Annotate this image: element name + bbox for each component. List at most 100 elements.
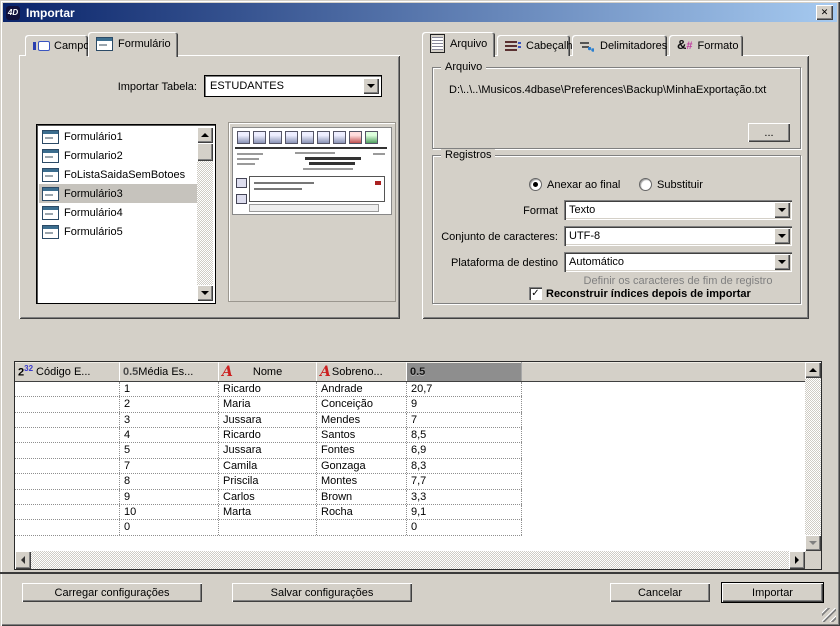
list-item[interactable]: Formulário5 — [39, 222, 197, 241]
append-radio[interactable]: Anexar ao final — [529, 178, 620, 191]
save-settings-button[interactable]: Salvar configurações — [232, 583, 412, 602]
real-type-icon: 0.5 — [123, 366, 138, 378]
dropdown-button[interactable] — [774, 254, 790, 270]
table-cell: 20,7 — [407, 382, 522, 396]
column-header-sobrenome[interactable]: ASobreno... — [317, 362, 407, 381]
list-item[interactable]: Formulario2 — [39, 146, 197, 165]
list-item[interactable]: FoListaSaidaSemBotoes — [39, 165, 197, 184]
replace-radio[interactable]: Substituir — [639, 178, 703, 191]
tab-arquivo[interactable]: Arquivo — [422, 32, 495, 57]
scrollbar-corner — [805, 551, 821, 569]
form-icon — [42, 149, 59, 163]
table-row[interactable]: 4RicardoSantos8,5 — [15, 428, 522, 443]
rebuild-indexes-label: Reconstruir índices depois de importar — [546, 288, 751, 300]
table-cell: 0 — [407, 520, 522, 534]
title-bar[interactable]: 4D Importar ✕ — [3, 3, 837, 22]
table-row[interactable]: 9CarlosBrown3,3 — [15, 490, 522, 505]
4d-app-icon: 4D — [6, 6, 20, 20]
table-cell: Santos — [317, 428, 407, 442]
column-label: Nome — [253, 366, 282, 378]
table-cell — [15, 474, 120, 488]
import-button[interactable]: Importar — [722, 583, 823, 602]
scroll-up-button[interactable] — [197, 127, 213, 143]
table-row[interactable]: 5JussaraFontes6,9 — [15, 443, 522, 458]
column-header-media[interactable]: 0.5Média Es... — [120, 362, 219, 381]
tab-cabecalho-label: Cabeçalho — [526, 40, 579, 52]
tab-campos[interactable]: Campos — [25, 35, 88, 56]
table-cell — [317, 520, 407, 534]
form-icon — [42, 206, 59, 220]
column-header-nome[interactable]: A Nome — [219, 362, 317, 381]
grid-horizontal-scrollbar[interactable] — [15, 551, 805, 569]
table-cell: Carlos — [219, 490, 317, 504]
import-dialog: { "window": { "title": "Importar" }, "ic… — [0, 0, 840, 626]
list-item[interactable]: Formulário4 — [39, 203, 197, 222]
dropdown-button[interactable] — [363, 78, 379, 94]
browse-button-label: ... — [764, 127, 773, 139]
table-cell: Maria — [219, 397, 317, 411]
charset-combobox[interactable]: UTF-8 — [564, 226, 792, 246]
tab-cabecalho[interactable]: Cabeçalho — [497, 35, 570, 56]
load-settings-button[interactable]: Carregar configurações — [22, 583, 202, 602]
table-cell — [15, 520, 120, 534]
table-row[interactable]: 2MariaConceição9 — [15, 397, 522, 412]
grid-vertical-scrollbar[interactable] — [805, 362, 821, 551]
tab-delimitadores[interactable]: Delimitadores — [572, 35, 667, 56]
table-row[interactable]: 1RicardoAndrade20,7 — [15, 382, 522, 397]
dropdown-button[interactable] — [774, 202, 790, 218]
resize-grip[interactable] — [822, 608, 836, 622]
right-tab-panel: Arquivo D:\..\..\Musicos.4dbase\Preferen… — [422, 55, 809, 319]
import-table-combobox[interactable]: ESTUDANTES — [205, 76, 381, 96]
load-settings-label: Carregar configurações — [55, 587, 170, 599]
tab-arquivo-label: Arquivo — [450, 38, 487, 50]
table-cell: 1 — [120, 382, 219, 396]
table-row[interactable]: 00 — [15, 520, 522, 535]
format-combobox[interactable]: Texto — [564, 200, 792, 220]
table-cell: Marta — [219, 505, 317, 519]
alpha-type-icon: A — [320, 366, 331, 378]
scroll-left-button[interactable] — [15, 551, 31, 569]
scroll-up-button[interactable] — [805, 362, 821, 378]
scroll-right-button[interactable] — [789, 551, 805, 569]
forms-list-scrollbar[interactable] — [197, 127, 213, 301]
column-header-codigo[interactable]: 232Código E... — [15, 362, 120, 381]
dropdown-button[interactable] — [774, 228, 790, 244]
fields-icon — [33, 41, 49, 51]
table-cell: Mendes — [317, 413, 407, 427]
alpha-type-icon: A — [222, 366, 233, 378]
charset-value: UTF-8 — [569, 230, 600, 242]
form-preview-list — [249, 176, 385, 202]
form-preview-icon — [236, 194, 247, 204]
scroll-down-button[interactable] — [197, 285, 213, 301]
tab-formato[interactable]: &# Formato — [669, 35, 743, 56]
header-icon — [505, 40, 521, 52]
scroll-thumb[interactable] — [197, 143, 213, 161]
table-cell — [15, 459, 120, 473]
cancel-button[interactable]: Cancelar — [610, 583, 710, 602]
column-header-selected[interactable]: 0.5 — [407, 362, 522, 381]
column-label: Código E... — [36, 366, 90, 378]
list-item[interactable]: Formulário3 — [39, 184, 197, 203]
tab-formulario[interactable]: Formulário — [88, 32, 178, 57]
browse-button[interactable]: ... — [748, 123, 790, 142]
table-row[interactable]: 8PriscilaMontes7,7 — [15, 474, 522, 489]
window-title: Importar — [26, 6, 75, 20]
table-cell — [15, 428, 120, 442]
platform-combobox[interactable]: Automático — [564, 252, 792, 272]
table-cell: 7 — [407, 413, 522, 427]
arrow-up-icon — [201, 133, 209, 137]
close-button[interactable]: ✕ — [816, 5, 833, 20]
table-row[interactable]: 10MartaRocha9,1 — [15, 505, 522, 520]
table-row[interactable]: 7CamilaGonzaga8,3 — [15, 459, 522, 474]
table-cell: 3 — [120, 413, 219, 427]
table-cell: Fontes — [317, 443, 407, 457]
list-item[interactable]: Formulário1 — [39, 127, 197, 146]
preview-grid: 232Código E... 0.5Média Es... A Nome ASob… — [14, 361, 822, 570]
list-item-label: FoListaSaidaSemBotoes — [64, 169, 185, 181]
table-cell: Andrade — [317, 382, 407, 396]
scroll-down-button[interactable] — [805, 535, 821, 551]
table-row[interactable]: 3JussaraMendes7 — [15, 413, 522, 428]
table-cell — [15, 382, 120, 396]
checkbox-checked-icon: ✓ — [529, 287, 542, 300]
rebuild-indexes-checkbox[interactable]: ✓ Reconstruir índices depois de importar — [529, 287, 751, 300]
